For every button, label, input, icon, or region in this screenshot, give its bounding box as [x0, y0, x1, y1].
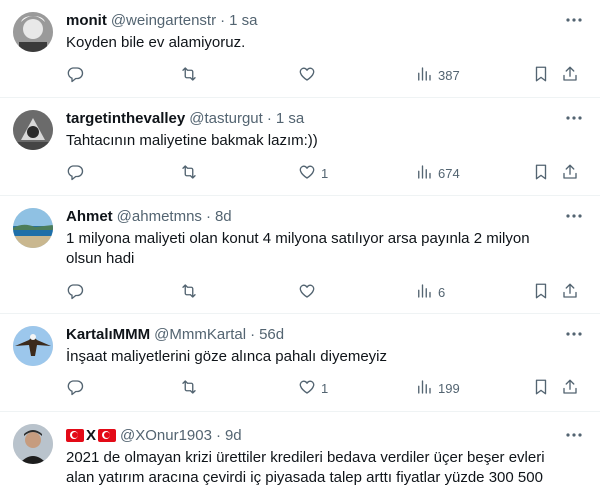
tweet-feed: monit @weingartenstr · 1 sa Koyden bile … — [0, 0, 600, 493]
display-name[interactable]: monit — [66, 12, 107, 29]
reply-button[interactable] — [66, 163, 84, 183]
display-name[interactable]: X — [66, 426, 117, 444]
views-count: 387 — [438, 67, 460, 83]
heart-icon — [298, 65, 316, 86]
heart-icon — [298, 282, 316, 303]
reply-button[interactable] — [66, 282, 84, 302]
more-dots-icon[interactable] — [564, 10, 584, 30]
avatar[interactable] — [13, 12, 53, 52]
timestamp[interactable]: 56d — [259, 326, 284, 343]
bookmark-icon — [532, 65, 550, 86]
like-button[interactable]: 1 — [298, 163, 328, 183]
share-icon — [561, 65, 579, 86]
turkey-flag-icon — [66, 429, 84, 443]
separator-dot: · — [266, 109, 272, 127]
views-button[interactable]: 387 — [415, 65, 460, 85]
separator-dot: · — [215, 426, 221, 444]
more-dots-icon[interactable] — [564, 206, 584, 226]
display-name-text: X — [86, 426, 97, 444]
share-button[interactable] — [561, 65, 579, 85]
like-button[interactable] — [298, 282, 316, 302]
reply-icon — [66, 378, 84, 399]
retweet-icon — [180, 163, 198, 184]
views-count: 674 — [438, 165, 460, 181]
share-icon — [561, 163, 579, 184]
heart-icon — [298, 378, 316, 399]
avatar[interactable] — [13, 326, 53, 366]
tweet[interactable]: KartalıMMM @MmmKartal · 56d İnşaat maliy… — [0, 314, 600, 412]
tweet[interactable]: targetinthevalley @tasturgut · 1 sa Taht… — [0, 98, 600, 196]
views-chart-icon — [415, 65, 433, 86]
avatar[interactable] — [13, 424, 53, 464]
like-button[interactable]: 1 — [298, 378, 328, 398]
separator-dot: · — [205, 207, 211, 225]
views-button[interactable]: 199 — [415, 378, 460, 398]
tweet-text: Koyden bile ev alamiyoruz. — [66, 34, 246, 51]
display-name[interactable]: Ahmet — [66, 208, 113, 225]
timestamp[interactable]: 1 sa — [276, 110, 304, 127]
display-name[interactable]: KartalıMMM — [66, 326, 150, 343]
like-count: 1 — [321, 165, 329, 181]
bookmark-button[interactable] — [532, 163, 550, 183]
user-handle[interactable]: @ahmetmns — [117, 208, 202, 225]
more-dots-icon[interactable] — [564, 425, 584, 445]
bookmark-button[interactable] — [532, 65, 550, 85]
bookmark-button[interactable] — [532, 282, 550, 302]
avatar[interactable] — [13, 110, 53, 150]
share-icon — [561, 282, 579, 303]
user-handle[interactable]: @weingartenstr — [111, 12, 216, 29]
like-count: 1 — [321, 380, 329, 396]
tweet[interactable]: X @XOnur1903 · 9d 2021 de olmayan krizi … — [0, 412, 600, 493]
views-button[interactable]: 674 — [415, 163, 460, 183]
tweet-text: 2021 de olmayan krizi ürettiler krediler… — [66, 449, 545, 486]
reply-button[interactable] — [66, 378, 84, 398]
retweet-icon — [180, 65, 198, 86]
views-chart-icon — [415, 378, 433, 399]
reply-button[interactable] — [66, 65, 84, 85]
retweet-icon — [180, 282, 198, 303]
tweet[interactable]: monit @weingartenstr · 1 sa Koyden bile … — [0, 0, 600, 98]
tweet-text: 1 milyona maliyeti olan konut 4 milyona … — [66, 230, 530, 267]
share-icon — [561, 378, 579, 399]
retweet-button[interactable] — [180, 282, 198, 302]
reply-icon — [66, 65, 84, 86]
turkey-flag-icon — [98, 429, 117, 443]
views-count: 199 — [438, 380, 460, 396]
user-handle[interactable]: @tasturgut — [189, 110, 263, 127]
bookmark-button[interactable] — [532, 378, 550, 398]
tweet-text: Tahtacının maliyetine bakmak lazım:)) — [66, 132, 318, 149]
timestamp[interactable]: 1 sa — [229, 12, 257, 29]
separator-dot: · — [250, 325, 256, 343]
display-name[interactable]: targetinthevalley — [66, 110, 185, 127]
tweet[interactable]: Ahmet @ahmetmns · 8d 1 milyona maliyeti … — [0, 196, 600, 314]
share-button[interactable] — [561, 163, 579, 183]
share-button[interactable] — [561, 378, 579, 398]
tweet-text: İnşaat maliyetlerini göze alınca pahalı … — [66, 348, 387, 365]
views-chart-icon — [415, 163, 433, 184]
views-button[interactable]: 6 — [415, 282, 445, 302]
reply-icon — [66, 163, 84, 184]
views-chart-icon — [415, 282, 433, 303]
timestamp[interactable]: 8d — [215, 208, 232, 225]
views-count: 6 — [438, 284, 446, 300]
retweet-button[interactable] — [180, 163, 198, 183]
user-handle[interactable]: @MmmKartal — [154, 326, 246, 343]
retweet-button[interactable] — [180, 65, 198, 85]
separator-dot: · — [220, 11, 226, 29]
retweet-button[interactable] — [180, 378, 198, 398]
more-dots-icon[interactable] — [564, 324, 584, 344]
timestamp[interactable]: 9d — [225, 427, 242, 444]
user-handle[interactable]: @XOnur1903 — [120, 427, 212, 444]
heart-icon — [298, 163, 316, 184]
share-button[interactable] — [561, 282, 579, 302]
bookmark-icon — [532, 282, 550, 303]
reply-icon — [66, 282, 84, 303]
bookmark-icon — [532, 163, 550, 184]
more-dots-icon[interactable] — [564, 108, 584, 128]
retweet-icon — [180, 378, 198, 399]
avatar[interactable] — [13, 208, 53, 248]
like-button[interactable] — [298, 65, 316, 85]
bookmark-icon — [532, 378, 550, 399]
